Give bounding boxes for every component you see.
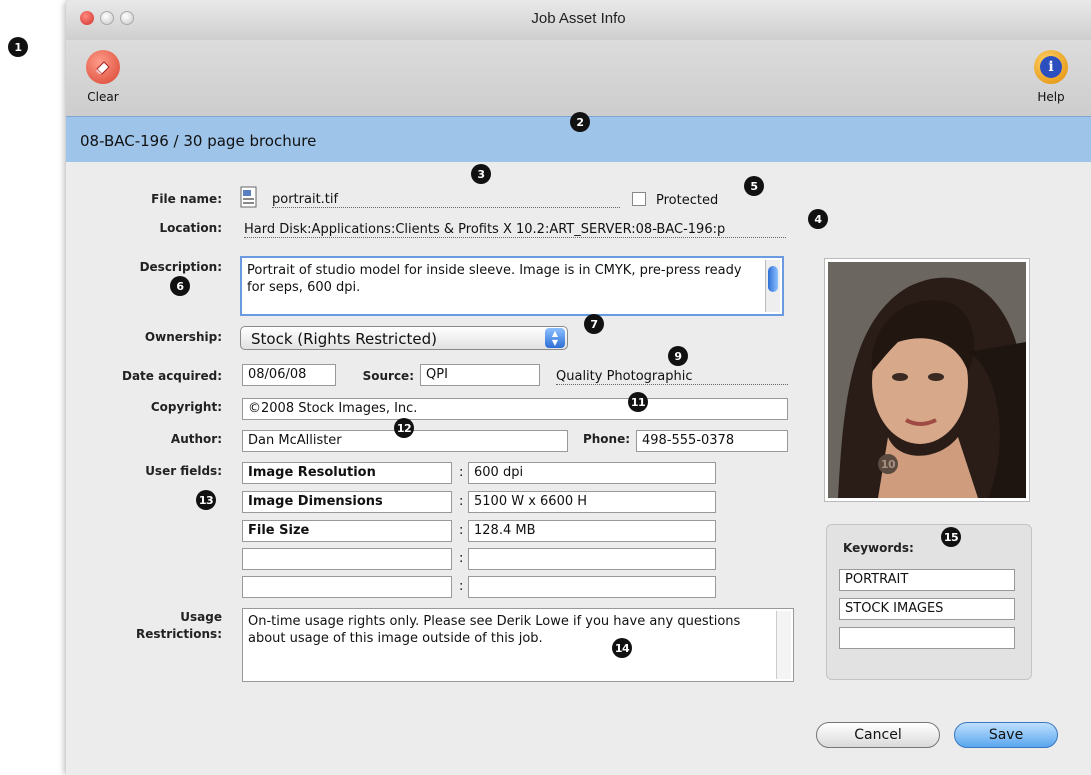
usage-restrictions-text: On-time usage rights only. Please see De…: [248, 614, 741, 646]
file-name-field[interactable]: portrait.tif: [272, 192, 620, 208]
user-field-separator: :: [459, 579, 464, 594]
callout-marker: 13: [196, 490, 216, 510]
user-field-name[interactable]: File Size: [242, 520, 452, 542]
user-field-name[interactable]: Image Resolution: [242, 462, 452, 484]
usage-scrollbar[interactable]: [776, 611, 791, 679]
location-label: Location:: [159, 221, 222, 235]
help-label: Help: [1037, 90, 1065, 104]
user-field-value[interactable]: 5100 W x 6600 H: [468, 491, 716, 513]
phone-field[interactable]: 498-555-0378: [636, 430, 788, 452]
callout-marker: 11: [628, 392, 648, 412]
user-field-separator: :: [459, 465, 464, 480]
source-label: Source:: [362, 369, 414, 383]
ownership-label: Ownership:: [144, 330, 222, 344]
callout-marker: 1: [8, 37, 28, 57]
callout-marker: 6: [170, 276, 190, 296]
usage-label-line2: Restrictions:: [136, 627, 222, 641]
callout-marker: 5: [744, 176, 764, 196]
keywords-panel: Keywords: 15 PORTRAIT STOCK IMAGES: [826, 524, 1032, 680]
job-asset-info-window: Job Asset Info Clear i Help 08-BAC-196 /…: [66, 0, 1091, 775]
description-text: Portrait of studio model for inside slee…: [247, 263, 742, 295]
callout-marker: 4: [808, 209, 828, 229]
title-bar: Job Asset Info: [66, 0, 1091, 40]
usage-label-line1: Usage: [180, 610, 222, 624]
user-field-name[interactable]: Image Dimensions: [242, 491, 452, 513]
keywords-label: Keywords:: [843, 541, 914, 555]
callout-marker: 3: [471, 164, 491, 184]
user-field-separator: :: [459, 523, 464, 538]
author-label: Author:: [170, 432, 222, 446]
user-field-separator: :: [459, 551, 464, 566]
description-label: Description:: [139, 260, 222, 274]
description-scrollbar[interactable]: [765, 260, 780, 312]
keyword-field[interactable]: STOCK IMAGES: [839, 598, 1015, 620]
job-header-bar: 08-BAC-196 / 30 page brochure 2: [66, 112, 1091, 164]
file-name-label: File name:: [151, 192, 222, 206]
toolbar: Clear i Help: [66, 40, 1091, 116]
date-acquired-label: Date acquired:: [121, 369, 222, 383]
callout-marker: 10: [878, 454, 898, 474]
protected-checkbox[interactable]: [632, 192, 646, 206]
ownership-value: Stock (Rights Restricted): [251, 330, 437, 348]
copyright-field[interactable]: ©2008 Stock Images, Inc.: [242, 398, 788, 420]
user-field-separator: :: [459, 494, 464, 509]
callout-marker: 2: [570, 112, 590, 132]
protected-label: Protected: [656, 193, 719, 208]
callout-marker: 7: [584, 314, 604, 334]
tif-file-icon: [240, 186, 258, 208]
user-field-name[interactable]: [242, 548, 452, 570]
copyright-label: Copyright:: [150, 400, 222, 414]
help-button[interactable]: i Help: [1034, 50, 1068, 104]
job-header-text: 08-BAC-196 / 30 page brochure: [80, 132, 317, 150]
user-fields-label: User fields:: [145, 464, 222, 478]
callout-marker: 9: [668, 346, 688, 366]
cancel-button[interactable]: Cancel: [816, 722, 940, 748]
user-field-value[interactable]: 128.4 MB: [468, 520, 716, 542]
source-code-field[interactable]: QPI: [420, 364, 540, 386]
user-field-value[interactable]: [468, 548, 716, 570]
callout-marker: 15: [941, 527, 961, 547]
user-field-value[interactable]: [468, 576, 716, 598]
usage-restrictions-field[interactable]: On-time usage rights only. Please see De…: [242, 608, 794, 682]
save-button[interactable]: Save: [954, 722, 1058, 748]
keyword-field[interactable]: PORTRAIT: [839, 569, 1015, 591]
asset-form: File name: portrait.tif 3 Protected 5 Lo…: [66, 162, 1091, 775]
date-acquired-field[interactable]: 08/06/08: [242, 364, 336, 386]
user-field-value[interactable]: 600 dpi: [468, 462, 716, 484]
window-title: Job Asset Info: [531, 10, 626, 27]
clear-label: Clear: [87, 90, 119, 104]
clear-button[interactable]: Clear: [86, 50, 120, 104]
source-name: Quality Photographic: [556, 369, 788, 385]
keyword-field[interactable]: [839, 627, 1015, 649]
callout-marker: 14: [612, 638, 632, 658]
description-field[interactable]: Portrait of studio model for inside slee…: [240, 256, 784, 316]
eraser-icon: [86, 50, 120, 84]
user-field-name[interactable]: [242, 576, 452, 598]
callout-marker: 12: [394, 418, 414, 438]
ownership-popup[interactable]: Stock (Rights Restricted) ▲ ▼: [240, 326, 568, 350]
info-icon: i: [1034, 50, 1068, 84]
asset-image-preview: [824, 258, 1030, 502]
phone-label: Phone:: [582, 432, 630, 446]
location-path[interactable]: Hard Disk:Applications:Clients & Profits…: [244, 222, 786, 238]
popup-arrows-icon: ▲ ▼: [545, 328, 565, 348]
